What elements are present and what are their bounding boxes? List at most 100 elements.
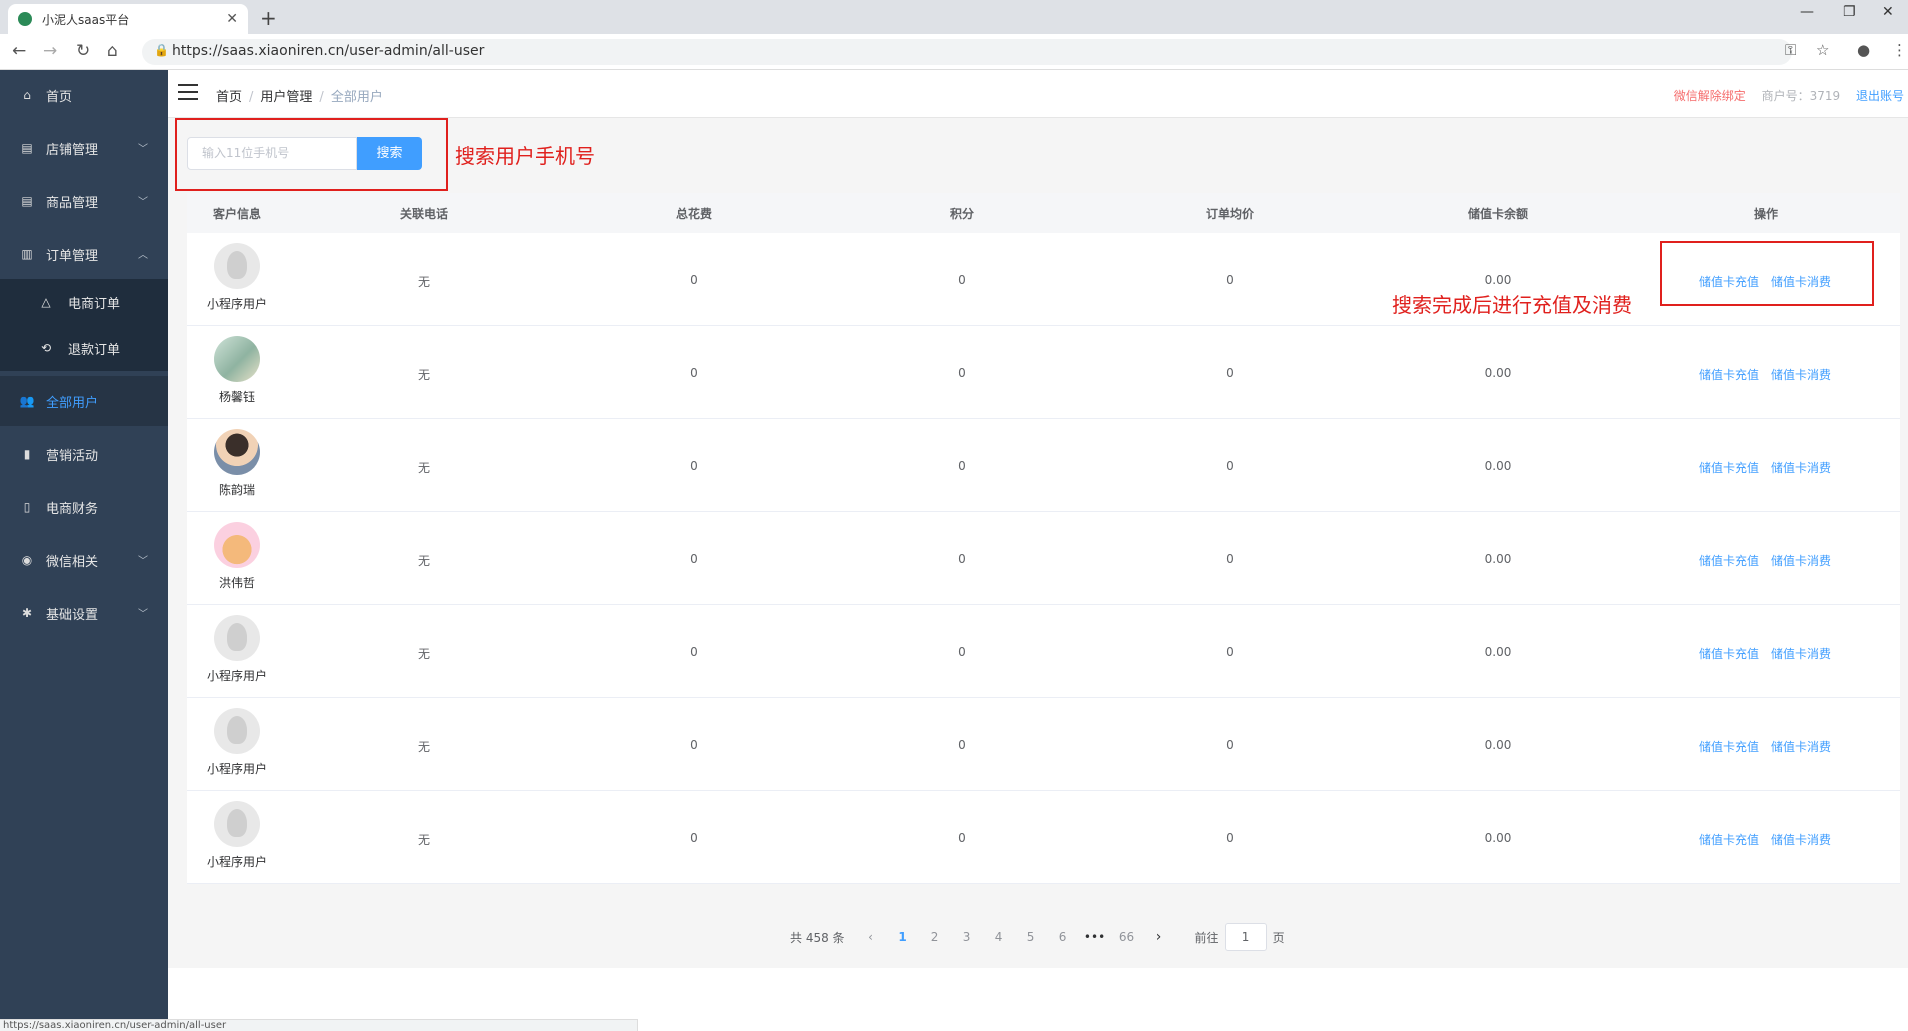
recharge-link[interactable]: 储值卡充值 — [1699, 740, 1759, 754]
page-number[interactable]: 3 — [951, 930, 983, 944]
recharge-link[interactable]: 储值卡充值 — [1699, 647, 1759, 661]
sidebar-item-all-users[interactable]: 👥 全部用户 — [0, 376, 168, 426]
warning-icon: △ — [41, 295, 51, 309]
avatar — [214, 615, 260, 661]
cell-balance: 0.00 — [1484, 459, 1512, 473]
recharge-link[interactable]: 储值卡充值 — [1699, 461, 1759, 475]
wechat-icon: ◉ — [21, 553, 33, 567]
annotation-box-search — [175, 118, 448, 191]
recharge-link[interactable]: 储值卡充值 — [1699, 368, 1759, 382]
page-number[interactable]: 4 — [983, 930, 1015, 944]
address-bar: ← → ↻ ⌂ 🔒 https://saas.xiaoniren.cn/user… — [0, 34, 1908, 70]
cell-points: 0 — [958, 738, 966, 752]
logout-link[interactable]: 退出账号 — [1856, 89, 1904, 103]
sidebar-item-goods[interactable]: ▤ 商品管理 ﹀ — [0, 176, 168, 226]
table-row: 小程序用户 无 0 0 0 0.00 储值卡充值 储值卡消费 — [187, 233, 1900, 326]
annotation-actions: 搜索完成后进行充值及消费 — [1392, 293, 1632, 317]
user-name: 杨馨钰 — [218, 390, 255, 404]
star-icon[interactable]: ☆ — [1816, 41, 1829, 59]
page-number[interactable]: 6 — [1047, 930, 1079, 944]
consume-link[interactable]: 储值卡消费 — [1771, 554, 1831, 568]
cell-balance: 0.00 — [1484, 738, 1512, 752]
avatar — [214, 336, 260, 382]
new-tab-icon[interactable]: + — [260, 6, 277, 30]
sidebar-item-marketing[interactable]: ▮ 营销活动 — [0, 429, 168, 479]
consume-link[interactable]: 储值卡消费 — [1771, 833, 1831, 847]
table-row: 小程序用户 无 0 0 0 0.00 储值卡充值 储值卡消费 — [187, 791, 1900, 884]
close-window-icon[interactable]: ✕ — [1882, 4, 1894, 20]
goto-page-input[interactable]: 1 — [1224, 923, 1267, 951]
user-name: 小程序用户 — [206, 297, 267, 311]
cell-phone: 无 — [417, 554, 431, 568]
page-number[interactable]: 1 — [887, 930, 919, 944]
sidebar-item-settings[interactable]: ✱ 基础设置 ﹀ — [0, 588, 168, 638]
hamburger-menu-icon[interactable] — [178, 84, 198, 100]
gear-icon: ✱ — [21, 606, 33, 620]
account-icon[interactable]: ● — [1857, 41, 1870, 59]
cell-balance: 0.00 — [1484, 273, 1512, 287]
prev-page-icon[interactable]: ‹ — [855, 930, 887, 944]
sidebar: ⌂ 首页 ▤ 店铺管理 ﹀ ▤ 商品管理 ﹀ ▥ 订单管理 ︿ △ 电商订单 ⟲… — [0, 70, 168, 1031]
browser-tab[interactable]: 小泥人saas平台 ✕ — [8, 4, 248, 34]
col-balance: 储值卡余额 — [1467, 207, 1529, 221]
shop-icon: ▤ — [21, 141, 33, 155]
sidebar-subitem-refund-orders[interactable]: ⟲ 退款订单 — [0, 325, 168, 371]
page-number[interactable]: 2 — [919, 930, 951, 944]
back-icon[interactable]: ← — [12, 41, 26, 61]
cell-total: 0 — [690, 645, 698, 659]
consume-link[interactable]: 储值卡消费 — [1771, 368, 1831, 382]
table-row: 陈韵瑞 无 0 0 0 0.00 储值卡充值 储值卡消费 — [187, 419, 1900, 512]
goto-label: 前往 — [1194, 930, 1219, 945]
more-menu-icon[interactable]: ⋮ — [1892, 41, 1907, 59]
table-row: 小程序用户 无 0 0 0 0.00 储值卡充值 储值卡消费 — [187, 605, 1900, 698]
col-total: 总花费 — [675, 207, 713, 221]
cell-avg: 0 — [1226, 552, 1234, 566]
home-browser-icon[interactable]: ⌂ — [107, 41, 118, 61]
page-number[interactable]: 66 — [1111, 930, 1143, 944]
cell-phone: 无 — [417, 368, 431, 382]
cell-balance: 0.00 — [1484, 366, 1512, 380]
consume-link[interactable]: 储值卡消费 — [1771, 647, 1831, 661]
sidebar-item-label: 商品管理 — [46, 195, 99, 211]
avatar — [214, 522, 260, 568]
restore-icon[interactable]: ❐ — [1843, 4, 1856, 20]
sidebar-item-orders[interactable]: ▥ 订单管理 ︿ — [0, 229, 168, 279]
sidebar-item-label: 退款订单 — [68, 342, 121, 358]
recharge-link[interactable]: 储值卡充值 — [1699, 833, 1759, 847]
sidebar-item-home[interactable]: ⌂ 首页 — [0, 70, 168, 120]
cell-phone: 无 — [417, 275, 431, 289]
consume-link[interactable]: 储值卡消费 — [1771, 740, 1831, 754]
key-icon[interactable]: ⚿ — [1785, 41, 1796, 59]
users-icon: 👥 — [19, 394, 35, 408]
more-pages-icon[interactable]: ••• — [1079, 930, 1111, 944]
cell-points: 0 — [958, 459, 966, 473]
col-customer: 客户信息 — [212, 207, 262, 221]
url-omnibox[interactable]: 🔒 https://saas.xiaoniren.cn/user-admin/a… — [142, 39, 1792, 65]
recharge-link[interactable]: 储值卡充值 — [1699, 554, 1759, 568]
cell-phone: 无 — [417, 461, 431, 475]
cell-points: 0 — [958, 552, 966, 566]
user-name: 小程序用户 — [206, 762, 267, 776]
cell-avg: 0 — [1226, 645, 1234, 659]
consume-link[interactable]: 储值卡消费 — [1771, 461, 1831, 475]
wechat-unbind-link[interactable]: 微信解除绑定 — [1674, 89, 1746, 103]
sidebar-item-wechat[interactable]: ◉ 微信相关 ﹀ — [0, 535, 168, 585]
chevron-down-icon: ﹀ — [138, 556, 148, 567]
minimize-icon[interactable]: — — [1800, 4, 1814, 20]
forward-icon[interactable]: → — [43, 41, 57, 61]
next-page-icon[interactable]: › — [1143, 929, 1175, 945]
cell-points: 0 — [958, 645, 966, 659]
avatar — [214, 801, 260, 847]
user-name: 洪伟哲 — [218, 576, 255, 590]
breadcrumb-home[interactable]: 首页 — [216, 90, 242, 105]
table-row: 小程序用户 无 0 0 0 0.00 储值卡充值 储值卡消费 — [187, 698, 1900, 791]
reload-icon[interactable]: ↻ — [76, 41, 90, 61]
breadcrumb-user-management[interactable]: 用户管理 — [260, 90, 312, 105]
url-text[interactable]: https://saas.xiaoniren.cn/user-admin/all… — [172, 43, 484, 59]
sidebar-item-shop[interactable]: ▤ 店铺管理 ﹀ — [0, 123, 168, 173]
sidebar-subitem-ecommerce-orders[interactable]: △ 电商订单 — [0, 279, 168, 325]
close-tab-icon[interactable]: ✕ — [226, 11, 238, 27]
cell-balance: 0.00 — [1484, 552, 1512, 566]
page-number[interactable]: 5 — [1015, 930, 1047, 944]
sidebar-item-finance[interactable]: ▯ 电商财务 — [0, 482, 168, 532]
